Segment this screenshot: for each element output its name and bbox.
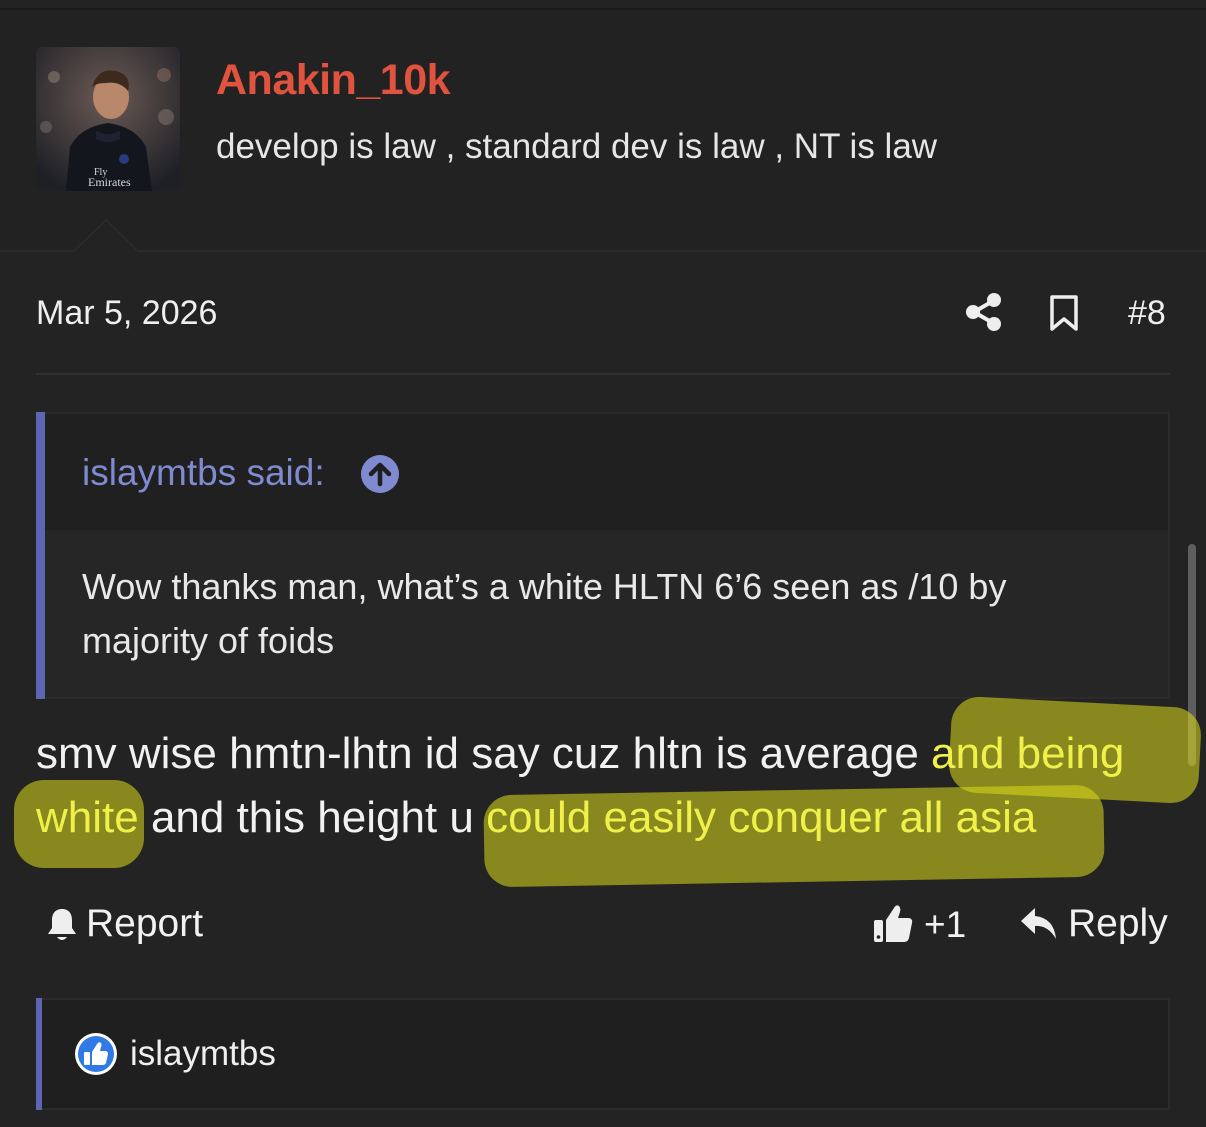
svg-text:Emirates: Emirates xyxy=(88,175,131,189)
message-text: and this height u xyxy=(138,793,487,842)
reply-button[interactable]: Reply xyxy=(1068,902,1168,946)
highlighted-text: could easily conquer all asia xyxy=(486,793,1037,842)
quote-text: Wow thanks man, what’s a white HLTN 6’6 … xyxy=(82,566,1007,661)
reactions-accent-bar xyxy=(36,998,42,1110)
quote-author[interactable]: islaymtbs said: xyxy=(82,452,325,494)
username[interactable]: Anakin_10k xyxy=(216,56,451,105)
post-message: smv wise hmtn-lhtn id say cuz hltn is av… xyxy=(36,722,1186,850)
like-count[interactable]: +1 xyxy=(924,904,966,946)
bell-icon[interactable] xyxy=(46,906,78,944)
quote-accent-bar xyxy=(36,412,45,699)
post-number-link[interactable]: #8 xyxy=(1128,294,1166,333)
share-icon[interactable] xyxy=(964,292,1004,332)
reaction-user[interactable]: islaymtbs xyxy=(130,1034,276,1074)
arrow-up-circle-icon[interactable] xyxy=(360,454,400,494)
user-header-divider xyxy=(0,250,1206,252)
post-header-divider xyxy=(36,373,1170,375)
post-date[interactable]: Mar 5, 2026 xyxy=(36,294,217,333)
thumbs-up-icon[interactable] xyxy=(872,902,914,944)
user-signature: develop is law , standard dev is law , N… xyxy=(216,127,938,166)
user-header-caret xyxy=(72,219,140,252)
message-text: smv wise hmtn-lhtn id say cuz hltn is av… xyxy=(36,729,932,778)
avatar[interactable]: Fly Emirates xyxy=(36,47,180,191)
reply-icon[interactable] xyxy=(1020,906,1058,942)
like-badge-icon xyxy=(74,1032,118,1076)
bookmark-icon[interactable] xyxy=(1048,294,1080,332)
report-button[interactable]: Report xyxy=(86,902,203,946)
